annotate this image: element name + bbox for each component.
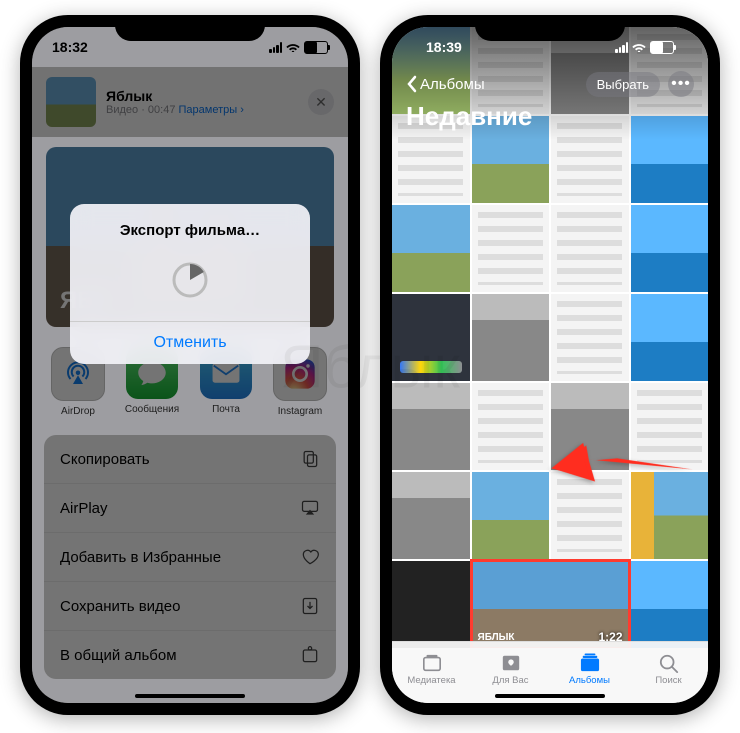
photo-thumbnail[interactable]	[392, 561, 470, 648]
photo-thumbnail[interactable]	[631, 561, 709, 648]
tab-library[interactable]: Медиатека	[392, 642, 471, 697]
export-modal: Экспорт фильма… Отменить	[70, 204, 310, 364]
photo-thumbnail[interactable]	[472, 205, 550, 292]
more-button[interactable]: •••	[668, 71, 694, 97]
photo-thumbnail[interactable]	[631, 294, 709, 381]
photo-thumbnail[interactable]	[472, 294, 550, 381]
modal-cancel-button[interactable]: Отменить	[70, 321, 310, 364]
wifi-icon	[632, 42, 646, 52]
for-you-icon	[500, 653, 522, 673]
status-time: 18:39	[426, 39, 462, 55]
albums-icon	[579, 653, 601, 673]
home-indicator	[495, 694, 605, 698]
album-title: Недавние	[406, 101, 694, 132]
photo-thumbnail[interactable]	[472, 383, 550, 470]
progress-icon	[171, 261, 209, 299]
library-icon	[421, 653, 443, 673]
photos-header: 18:39 Альбомы Выбрать •••	[392, 27, 708, 140]
photo-thumbnail[interactable]	[392, 472, 470, 559]
photo-thumbnail[interactable]	[551, 205, 629, 292]
ellipsis-icon: •••	[671, 75, 691, 93]
modal-title: Экспорт фильма…	[70, 204, 310, 243]
tab-for-you[interactable]: Для Вас	[471, 642, 550, 697]
modal-backdrop	[32, 27, 348, 703]
battery-icon	[650, 41, 674, 54]
photo-thumbnail[interactable]	[392, 383, 470, 470]
tab-search[interactable]: Поиск	[629, 642, 708, 697]
status-icons	[615, 41, 674, 54]
signal-icon	[615, 42, 628, 53]
chevron-left-icon	[406, 75, 418, 93]
tab-albums[interactable]: Альбомы	[550, 642, 629, 697]
select-button[interactable]: Выбрать	[586, 72, 660, 97]
video-thumbnail-highlighted[interactable]: ЯБЛЫК 1:22	[472, 561, 629, 648]
photo-thumbnail[interactable]	[472, 472, 550, 559]
search-icon	[658, 653, 680, 673]
photo-thumbnail[interactable]	[551, 294, 629, 381]
back-button[interactable]: Альбомы	[406, 75, 485, 93]
photo-thumbnail[interactable]	[392, 294, 470, 381]
photo-thumbnail[interactable]	[631, 205, 709, 292]
phone-left: 18:32 Яблык Видео · 00:47 Параметры › ✕	[20, 15, 360, 715]
home-indicator	[135, 694, 245, 698]
photo-thumbnail[interactable]	[392, 205, 470, 292]
phone-right: 18:39 Альбомы Выбрать •••	[380, 15, 720, 715]
